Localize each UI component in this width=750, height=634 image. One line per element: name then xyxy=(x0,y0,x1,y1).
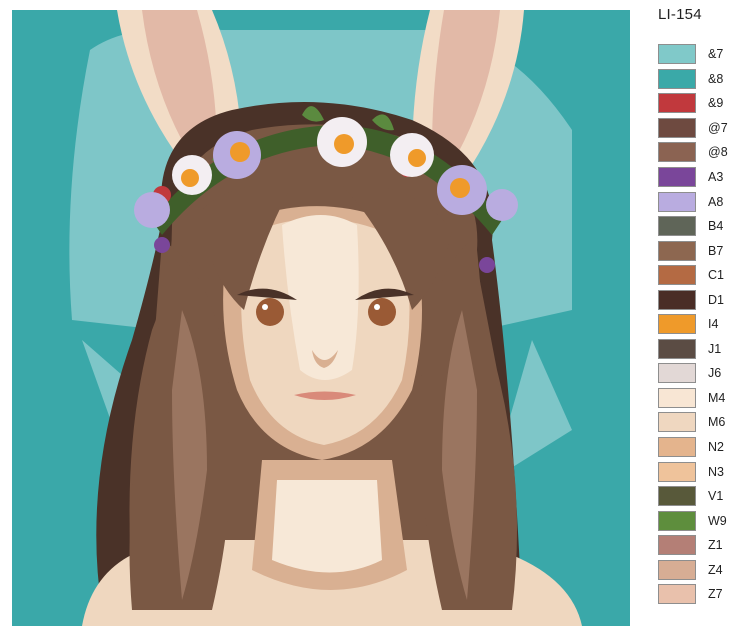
palette-row: W9 xyxy=(658,508,728,533)
color-code-label: A8 xyxy=(708,194,724,209)
color-code-label: V1 xyxy=(708,489,724,504)
paint-by-number-illustration xyxy=(12,10,630,626)
girl-with-bunny-ears-illustration xyxy=(12,10,630,626)
purple-bud xyxy=(154,237,170,253)
palette-row: A3 xyxy=(658,165,728,190)
color-code-label: M4 xyxy=(708,390,726,405)
color-code-label: Z4 xyxy=(708,562,723,577)
color-code-label: B7 xyxy=(708,243,724,258)
color-swatch xyxy=(658,412,696,433)
flower-lavender xyxy=(134,192,170,228)
color-swatch xyxy=(658,265,696,286)
flower-center xyxy=(450,178,470,198)
color-code-label: &9 xyxy=(708,96,724,111)
color-code-label: M6 xyxy=(708,415,726,430)
flower-lavender xyxy=(486,189,518,221)
color-code-label: &7 xyxy=(708,47,724,62)
flower-center xyxy=(408,149,426,167)
color-swatch xyxy=(658,535,696,556)
kit-code-title: LI-154 xyxy=(658,6,702,23)
color-swatch xyxy=(658,167,696,187)
color-swatch xyxy=(658,486,696,507)
palette-row: B7 xyxy=(658,238,728,263)
palette-row: @8 xyxy=(658,140,728,165)
color-swatch xyxy=(658,510,696,531)
palette-row: I4 xyxy=(658,312,728,337)
palette-row: @7 xyxy=(658,116,728,141)
purple-bud xyxy=(479,257,495,273)
color-code-label: Z1 xyxy=(708,538,723,553)
color-swatch xyxy=(658,437,696,458)
color-swatch xyxy=(658,93,696,114)
eye-right-highlight xyxy=(374,304,380,310)
palette-row: N3 xyxy=(658,459,728,484)
color-code-label: W9 xyxy=(708,513,727,528)
palette-row: J6 xyxy=(658,361,728,386)
palette-row: N2 xyxy=(658,435,728,460)
palette-row: V1 xyxy=(658,484,728,509)
palette-row: M6 xyxy=(658,410,728,435)
color-code-label: Z7 xyxy=(708,587,723,602)
color-swatch xyxy=(658,240,696,261)
neck xyxy=(272,480,382,573)
color-swatch xyxy=(658,584,696,605)
palette-row: Z4 xyxy=(658,557,728,582)
color-swatch xyxy=(658,68,696,89)
color-code-label: @7 xyxy=(708,120,728,135)
color-swatch xyxy=(658,314,696,335)
palette-row: B4 xyxy=(658,214,728,239)
color-swatch xyxy=(658,44,696,65)
palette-row: &9 xyxy=(658,91,728,116)
color-swatch xyxy=(658,191,696,212)
color-swatch xyxy=(658,338,696,359)
palette-row: J1 xyxy=(658,337,728,362)
color-code-label: N3 xyxy=(708,464,724,479)
palette-row: C1 xyxy=(658,263,728,288)
color-code-label: D1 xyxy=(708,292,724,307)
eye-right xyxy=(368,298,396,326)
color-swatch xyxy=(658,289,696,310)
palette-row: M4 xyxy=(658,386,728,411)
color-swatch xyxy=(658,142,696,163)
color-swatch xyxy=(658,363,696,384)
color-code-label: B4 xyxy=(708,219,724,234)
color-code-label: A3 xyxy=(708,170,724,184)
color-swatch xyxy=(658,387,696,408)
palette-row: Z1 xyxy=(658,533,728,558)
eye-left-highlight xyxy=(262,304,268,310)
flower-center xyxy=(334,134,354,154)
color-code-label: &8 xyxy=(708,71,724,86)
palette-row: Z7 xyxy=(658,582,728,607)
color-swatch xyxy=(658,461,696,482)
color-code-label: C1 xyxy=(708,268,724,283)
color-code-label: J6 xyxy=(708,366,722,381)
color-swatch xyxy=(658,559,696,580)
color-swatch xyxy=(658,216,696,237)
flower-center xyxy=(181,169,199,187)
color-swatch xyxy=(658,117,696,138)
color-code-label: N2 xyxy=(708,440,724,455)
color-code-label: I4 xyxy=(708,317,719,332)
palette-row: &8 xyxy=(658,67,728,92)
color-code-label: J1 xyxy=(708,341,722,356)
eye-left xyxy=(256,298,284,326)
palette-row: A8 xyxy=(658,189,728,214)
color-palette-legend: &7 &8 &9 @7 @8 A3 A8 B4 B7 C1 D1 I4 J1 J6 M4 M6 N2 N3 V1 W9… xyxy=(658,42,728,607)
palette-row: &7 xyxy=(658,42,728,67)
palette-row: D1 xyxy=(658,287,728,312)
color-code-label: @8 xyxy=(708,145,728,160)
flower-center xyxy=(230,142,250,162)
